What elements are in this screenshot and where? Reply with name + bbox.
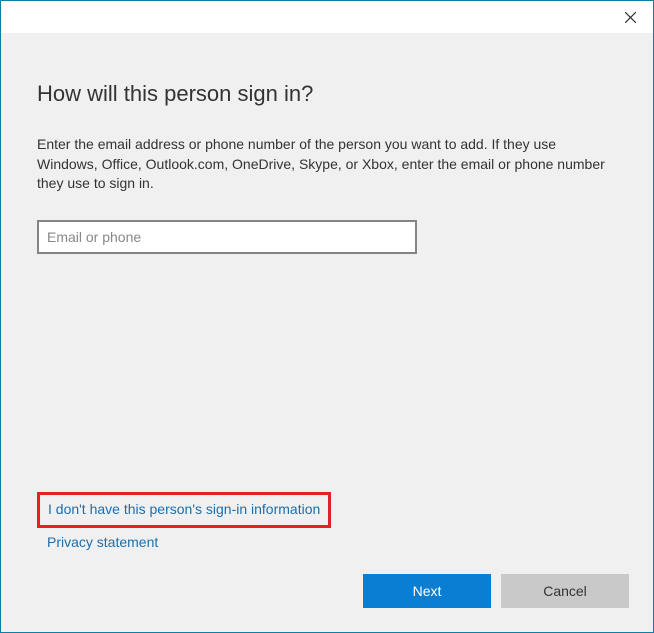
dialog-window: How will this person sign in? Enter the …: [0, 0, 654, 633]
privacy-statement-link[interactable]: Privacy statement: [47, 534, 158, 550]
dialog-content: How will this person sign in? Enter the …: [1, 33, 653, 632]
dialog-description: Enter the email address or phone number …: [37, 135, 607, 194]
cancel-button[interactable]: Cancel: [501, 574, 629, 608]
button-row: Next Cancel: [363, 574, 629, 608]
link-stack: I don't have this person's sign-in infor…: [37, 492, 331, 552]
no-signin-info-link[interactable]: I don't have this person's sign-in infor…: [48, 501, 320, 517]
highlight-annotation: I don't have this person's sign-in infor…: [37, 492, 331, 528]
close-icon: [625, 12, 636, 23]
privacy-link-wrap: Privacy statement: [37, 534, 331, 552]
close-button[interactable]: [607, 1, 653, 33]
next-button[interactable]: Next: [363, 574, 491, 608]
title-bar: [1, 1, 653, 33]
dialog-heading: How will this person sign in?: [37, 81, 617, 107]
email-or-phone-input[interactable]: [37, 220, 417, 254]
